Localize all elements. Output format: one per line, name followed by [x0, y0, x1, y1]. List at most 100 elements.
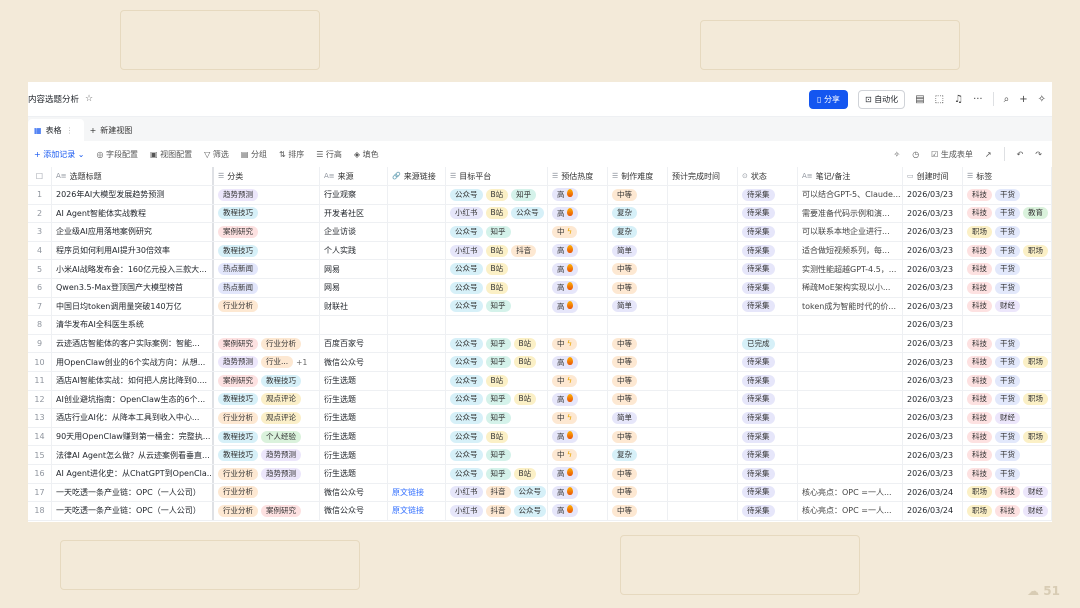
cell-cat[interactable]: 案例研究 行业分析	[214, 334, 320, 353]
cell-heat[interactable]: 中 ϟ	[548, 334, 608, 353]
cell-tags[interactable]: 科技 干货 职场	[963, 353, 1052, 371]
cell-link[interactable]	[388, 186, 446, 204]
cell-note[interactable]: 需要准备代码示例和演...	[798, 204, 903, 223]
cell-note[interactable]	[798, 353, 903, 371]
table-row[interactable]: 1 2026年AI大模型发展趋势预测 趋势预测 行业观察 公众号 B站 知乎高 中等 待采集可…	[28, 186, 1052, 205]
table-row[interactable]: 12 AI创业避坑指南：OpenClaw生态的6个... 教程技巧 观点评论 衍生选题公…	[28, 390, 1052, 410]
cell-title[interactable]: 清华发布AI全科医生系统	[52, 316, 214, 334]
cell-cat[interactable]: 趋势预测 行业... +1	[214, 353, 320, 371]
cell-heat[interactable]: 高	[548, 204, 608, 223]
cell-note[interactable]	[798, 464, 903, 483]
cell-date[interactable]: 2026/03/23	[903, 241, 963, 260]
cell-title[interactable]: 一天吃透一条产业链：OPC（一人公司）	[52, 483, 214, 502]
cell-status[interactable]: 待采集	[738, 278, 798, 297]
cell-diff[interactable]: 复杂	[608, 446, 668, 464]
cell-cat[interactable]: 教程技巧 观点评论	[214, 390, 320, 409]
cell-heat[interactable]: 高	[548, 502, 608, 520]
cell-eta[interactable]	[668, 223, 738, 241]
cell-src[interactable]: 行业观察	[320, 186, 388, 204]
cell-cat[interactable]: 行业分析 趋势预测	[214, 464, 320, 483]
column-header[interactable]: ☰ 制作难度	[608, 167, 668, 185]
cell-date[interactable]: 2026/03/24	[903, 502, 963, 520]
cell-heat[interactable]: 高	[548, 353, 608, 371]
cell-link[interactable]	[388, 464, 446, 483]
tab-table[interactable]: ▦ 表格 ⋮	[28, 119, 84, 141]
cell-link[interactable]	[388, 297, 446, 316]
cell-date[interactable]: 2026/03/23	[903, 353, 963, 371]
history-icon[interactable]: ◷	[912, 150, 919, 159]
cell-cat[interactable]: 教程技巧 个人经验	[214, 427, 320, 446]
bell-icon[interactable]: ♫	[954, 94, 963, 105]
cell-eta[interactable]	[668, 427, 738, 446]
cell-note[interactable]: token成为智能时代的价...	[798, 297, 903, 316]
redo-icon[interactable]: ↷	[1035, 150, 1042, 159]
cell-src[interactable]: 个人实践	[320, 241, 388, 260]
cell-plat[interactable]: 公众号 知乎	[446, 409, 548, 427]
cell-date[interactable]: 2026/03/23	[903, 446, 963, 464]
cell-diff[interactable]: 复杂	[608, 223, 668, 241]
document-icon[interactable]: ▤	[915, 94, 924, 105]
cell-eta[interactable]	[668, 334, 738, 353]
cell-note[interactable]	[798, 409, 903, 427]
column-header[interactable]: A≡ 来源	[320, 167, 388, 185]
cell-heat[interactable]: 高	[548, 278, 608, 297]
column-header[interactable]: ☰ 分类	[214, 167, 320, 185]
select-all-checkbox[interactable]: ☐	[28, 167, 52, 185]
cell-tags[interactable]: 科技 干货	[963, 186, 1052, 204]
cell-status[interactable]: 待采集	[738, 260, 798, 278]
cell-diff[interactable]: 简单	[608, 241, 668, 260]
cell-heat[interactable]: 高	[548, 241, 608, 260]
table-row[interactable]: 18 一天吃透一条产业链：OPC（一人公司） 行业分析 案例研究 微信公众号 原文链接 小红…	[28, 502, 1052, 521]
cell-cat[interactable]: 趋势预测	[214, 186, 320, 204]
cell-plat[interactable]: 公众号 知乎	[446, 446, 548, 464]
cell-title[interactable]: 用OpenClaw创业的6个实战方向：从想...	[52, 353, 214, 371]
cell-date[interactable]: 2026/03/23	[903, 390, 963, 409]
cell-link[interactable]	[388, 353, 446, 371]
cell-plat[interactable]: 公众号 知乎	[446, 223, 548, 241]
cell-eta[interactable]	[668, 316, 738, 334]
view-config-button[interactable]: ▣ 视图配置	[150, 149, 192, 160]
cell-eta[interactable]	[668, 204, 738, 223]
cell-date[interactable]: 2026/03/23	[903, 297, 963, 316]
cell-src[interactable]: 衍生选题	[320, 464, 388, 483]
cell-cat[interactable]: 行业分析	[214, 483, 320, 502]
cell-plat[interactable]: 小红书 B站 抖音	[446, 241, 548, 260]
column-header[interactable]: A≡ 笔记/备注	[798, 167, 903, 185]
cell-date[interactable]: 2026/03/23	[903, 371, 963, 390]
cell-eta[interactable]	[668, 241, 738, 260]
cell-heat[interactable]: 高	[548, 390, 608, 409]
table-row[interactable]: 16 AI Agent进化史：从ChatGPT到OpenCla... 行业分析 趋势预…	[28, 464, 1052, 484]
cell-diff[interactable]: 中等	[608, 278, 668, 297]
cell-diff[interactable]: 中等	[608, 464, 668, 483]
cell-status[interactable]: 已完成	[738, 334, 798, 353]
cell-status[interactable]: 待采集	[738, 223, 798, 241]
table-row[interactable]: 5 小米AI战略发布会：160亿元投入三款大... 热点新闻 网易 公众号 B站高 中等待…	[28, 260, 1052, 279]
cell-status[interactable]	[738, 316, 798, 334]
cell-link[interactable]	[388, 334, 446, 353]
cell-src[interactable]: 微信公众号	[320, 353, 388, 371]
cell-eta[interactable]	[668, 186, 738, 204]
fill-color-button[interactable]: ◈ 填色	[354, 149, 379, 160]
cell-plat[interactable]: 公众号 知乎 B站	[446, 334, 548, 353]
cell-date[interactable]: 2026/03/24	[903, 483, 963, 502]
cell-title[interactable]: AI Agent智能体实战教程	[52, 204, 214, 223]
cell-src[interactable]: 衍生选题	[320, 427, 388, 446]
cell-cat[interactable]: 案例研究	[214, 223, 320, 241]
cell-status[interactable]: 待采集	[738, 297, 798, 316]
cell-heat[interactable]: 高	[548, 427, 608, 446]
cell-src[interactable]: 衍生选题	[320, 371, 388, 390]
cell-status[interactable]: 待采集	[738, 483, 798, 502]
cell-plat[interactable]: 公众号 B站 知乎	[446, 186, 548, 204]
cell-tags[interactable]: 职场 科技 财经	[963, 483, 1052, 502]
cell-cat[interactable]: 行业分析 案例研究	[214, 502, 320, 520]
cell-note[interactable]	[798, 371, 903, 390]
cell-heat[interactable]: 中 ϟ	[548, 371, 608, 390]
cell-diff[interactable]: 简单	[608, 409, 668, 427]
cell-status[interactable]: 待采集	[738, 241, 798, 260]
cell-date[interactable]: 2026/03/23	[903, 223, 963, 241]
cell-tags[interactable]: 职场 科技 财经	[963, 502, 1052, 520]
cell-diff[interactable]: 复杂	[608, 204, 668, 223]
cell-tags[interactable]: 科技 干货	[963, 334, 1052, 353]
cell-cat[interactable]: 教程技巧	[214, 241, 320, 260]
generate-form-button[interactable]: ☑ 生成表单	[931, 149, 973, 160]
